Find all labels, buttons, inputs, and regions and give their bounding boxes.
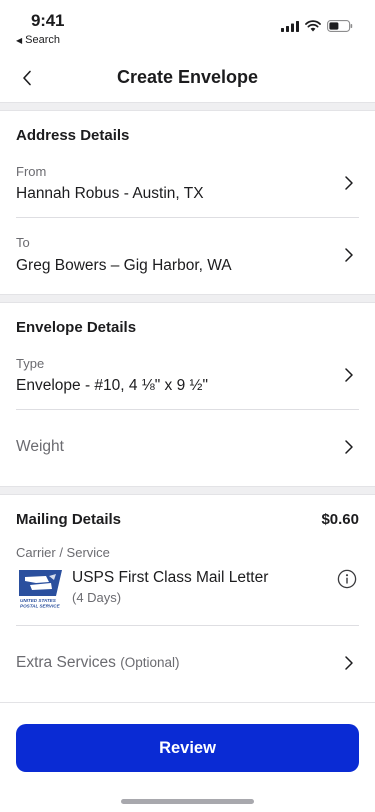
chevron-right-icon bbox=[345, 656, 353, 670]
extra-services-optional: (Optional) bbox=[120, 655, 180, 670]
chevron-right-icon bbox=[345, 368, 353, 382]
chevron-right-icon bbox=[345, 440, 353, 454]
status-bar: 9:41 ◀ Search bbox=[0, 0, 375, 52]
extra-services-label: Extra Services bbox=[16, 654, 116, 671]
weight-label: Weight bbox=[16, 438, 64, 455]
extra-services-row[interactable]: Extra Services (Optional) bbox=[0, 626, 375, 702]
info-icon[interactable] bbox=[337, 569, 357, 589]
navigation-bar: Create Envelope bbox=[0, 52, 375, 102]
extra-services-text: Extra Services (Optional) bbox=[16, 654, 180, 672]
page-title: Create Envelope bbox=[116, 67, 259, 87]
address-details-title: Address Details bbox=[16, 127, 130, 144]
from-address-row[interactable]: From Hannah Robus - Austin, TX bbox=[0, 153, 375, 217]
back-to-app-link[interactable]: ◀ Search bbox=[16, 34, 60, 46]
review-button[interactable]: Review bbox=[16, 724, 359, 772]
to-label: To bbox=[16, 235, 30, 250]
usps-logo: UNITED STATES POSTAL SERVICE bbox=[19, 570, 62, 609]
carrier-service-label: Carrier / Service bbox=[16, 545, 110, 560]
wifi-icon bbox=[305, 20, 321, 32]
to-value: Greg Bowers – Gig Harbor, WA bbox=[16, 257, 232, 274]
section-separator bbox=[0, 486, 375, 495]
chevron-right-icon bbox=[345, 176, 353, 190]
envelope-details-section: Envelope Details Type Envelope - #10, 4 … bbox=[0, 303, 375, 486]
to-address-row[interactable]: To Greg Bowers – Gig Harbor, WA bbox=[0, 218, 375, 294]
type-label: Type bbox=[16, 356, 45, 371]
type-value: Envelope - #10, 4 ⅛" x 9 ½" bbox=[16, 377, 208, 394]
section-separator bbox=[0, 102, 375, 111]
mailing-details-section: Mailing Details $0.60 Carrier / Service … bbox=[0, 495, 375, 702]
home-indicator[interactable] bbox=[121, 799, 254, 804]
section-separator bbox=[0, 294, 375, 303]
service-name: USPS First Class Mail Letter bbox=[72, 569, 269, 586]
from-value: Hannah Robus - Austin, TX bbox=[16, 185, 204, 202]
back-to-app-label: Search bbox=[25, 34, 61, 46]
from-label: From bbox=[16, 164, 47, 179]
weight-row[interactable]: Weight bbox=[0, 410, 375, 486]
address-details-section: Address Details From Hannah Robus - Aust… bbox=[0, 111, 375, 294]
chevron-right-icon bbox=[345, 248, 353, 262]
service-days: (4 Days) bbox=[72, 590, 122, 605]
cellular-signal-icon bbox=[281, 20, 299, 32]
mailing-price: $0.60 bbox=[321, 511, 359, 528]
footer: Review bbox=[0, 702, 375, 812]
usps-logo-text-2: POSTAL SERVICE bbox=[20, 604, 61, 609]
status-icons bbox=[281, 20, 353, 32]
mailing-details-title: Mailing Details bbox=[16, 511, 122, 528]
back-triangle-icon: ◀ bbox=[16, 35, 23, 45]
status-time: 9:41 bbox=[31, 11, 65, 30]
envelope-type-row[interactable]: Type Envelope - #10, 4 ⅛" x 9 ½" bbox=[0, 345, 375, 409]
battery-icon bbox=[327, 20, 353, 32]
usps-logo-text-1: UNITED STATES bbox=[20, 598, 57, 603]
envelope-details-title: Envelope Details bbox=[16, 319, 137, 336]
